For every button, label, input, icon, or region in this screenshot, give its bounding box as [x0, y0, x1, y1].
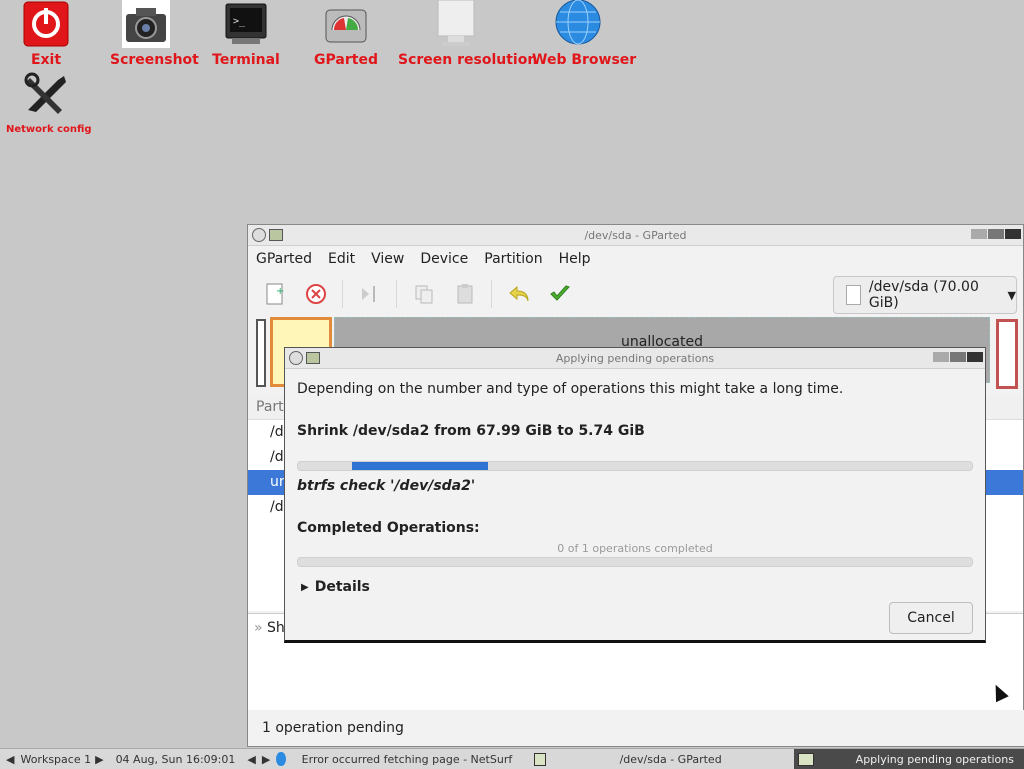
disk-icon [846, 285, 861, 305]
toolbar: + /dev/sda (70.00 GiB) ▼ [248, 272, 1023, 316]
operation-arrow-icon: » [254, 620, 263, 636]
window-title: /dev/sda - GParted [584, 228, 687, 242]
desktop-icon-terminal[interactable]: >_ Terminal [212, 0, 280, 68]
monitor-icon [432, 0, 480, 48]
app-icon [269, 229, 283, 241]
toolbar-separator [396, 280, 397, 308]
apply-button[interactable] [546, 280, 574, 308]
desktop-icon-gparted[interactable]: GParted [312, 0, 380, 68]
svg-text:>_: >_ [233, 16, 246, 27]
menu-partition[interactable]: Partition [476, 251, 550, 267]
resize-move-button[interactable] [356, 280, 384, 308]
app-icon [534, 752, 546, 766]
menu-gparted[interactable]: GParted [248, 251, 320, 267]
details-label: Details [314, 579, 370, 595]
menu-help[interactable]: Help [551, 251, 599, 267]
terminal-icon: >_ [222, 0, 270, 48]
globe-icon [554, 0, 602, 48]
partition-block-sda2[interactable] [996, 319, 1018, 389]
undo-button[interactable] [505, 280, 533, 308]
dialog-title: Applying pending operations [555, 351, 715, 365]
cancel-button[interactable]: Cancel [889, 602, 973, 634]
app-icon [306, 352, 320, 364]
dialog-message: Depending on the number and type of oper… [297, 381, 844, 397]
device-select[interactable]: /dev/sda (70.00 GiB) ▼ [833, 276, 1017, 314]
maximize-button[interactable] [988, 229, 1004, 239]
close-button[interactable] [967, 352, 983, 362]
workspace-prev-arrow[interactable]: ◀ [6, 753, 14, 766]
svg-text:+: + [276, 286, 284, 297]
taskbar-item-apply-operations[interactable]: Applying pending operations [793, 749, 1024, 769]
maximize-button[interactable] [950, 352, 966, 362]
minimize-button[interactable] [971, 229, 987, 239]
taskbar-item-netsurf[interactable]: Error occurred fetching page - NetSurf [302, 753, 513, 766]
checkmark-icon [550, 285, 570, 301]
apply-operations-dialog: Applying pending operations Depending on… [284, 347, 986, 643]
delete-icon [306, 284, 326, 304]
desktop-icon-label: Terminal [212, 52, 280, 68]
tools-icon [22, 72, 70, 120]
delete-button[interactable] [302, 280, 330, 308]
chevron-down-icon: ▼ [1007, 288, 1016, 302]
window-menu-icon[interactable] [252, 228, 266, 242]
new-icon: + [266, 283, 284, 305]
desktop-icon-label: Screen resolution [398, 52, 538, 68]
menu-device[interactable]: Device [412, 251, 476, 267]
device-label: /dev/sda (70.00 GiB) [868, 279, 979, 311]
pending-operation-label: Sh [267, 620, 285, 636]
taskbar-item-gparted[interactable]: /dev/sda - GParted [620, 753, 722, 766]
taskbar-prev-arrow[interactable]: ◀ [247, 753, 255, 766]
completed-count: 0 of 1 operations completed [557, 542, 713, 555]
new-partition-button[interactable]: + [261, 280, 289, 308]
desktop-icon-network-config[interactable]: Network config [6, 72, 92, 135]
desktop-icon-web-browser[interactable]: Web Browser [532, 0, 637, 68]
desktop-icon-screenshot[interactable]: Screenshot [110, 0, 199, 68]
desktop-icon-screen-resolution[interactable]: Screen resolution [398, 0, 538, 68]
globe-icon [276, 752, 286, 766]
current-operation: Shrink /dev/sda2 from 67.99 GiB to 5.74 … [297, 423, 645, 439]
progress-fill [352, 462, 488, 470]
minimize-button[interactable] [933, 352, 949, 362]
menu-edit[interactable]: Edit [320, 251, 363, 267]
desktop-icon-exit[interactable]: Exit [18, 0, 74, 68]
partition-block-boot[interactable] [256, 319, 266, 387]
status-bar: 1 operation pending [248, 710, 1024, 746]
workspace-next-arrow[interactable]: ▶ [95, 753, 103, 766]
resize-icon [362, 286, 375, 302]
details-expander[interactable]: ▶ Details [297, 579, 973, 595]
completed-operations-label: Completed Operations: [297, 520, 480, 536]
workspace-label[interactable]: Workspace 1 [20, 753, 91, 766]
gparted-titlebar[interactable]: /dev/sda - GParted [248, 225, 1023, 246]
dialog-titlebar[interactable]: Applying pending operations [285, 348, 985, 369]
close-button[interactable] [1005, 229, 1021, 239]
desktop-icon-label: GParted [314, 52, 378, 68]
taskbar-next-arrow[interactable]: ▶ [262, 753, 270, 766]
paste-button[interactable] [451, 280, 479, 308]
desktop-icon-label: Network config [6, 124, 92, 135]
menu-view[interactable]: View [363, 251, 412, 267]
taskbar-item-label: Applying pending operations [855, 752, 1014, 766]
operation-progress-bar [297, 461, 973, 471]
undo-icon [509, 285, 529, 302]
window-menu-icon[interactable] [289, 351, 303, 365]
power-icon [22, 0, 70, 48]
copy-icon [415, 285, 433, 304]
desktop-icon-label: Screenshot [110, 52, 199, 68]
overall-progress-bar [297, 557, 973, 567]
desktop-icon-label: Exit [30, 52, 62, 68]
gparted-icon [322, 0, 370, 48]
desktop-icon-label: Web Browser [532, 52, 637, 68]
taskbar: ◀ Workspace 1 ▶ 04 Aug, Sun 16:09:01 ◀ ▶… [0, 748, 1024, 769]
menubar: GParted Edit View Device Partition Help [248, 246, 1023, 272]
clock: 04 Aug, Sun 16:09:01 [115, 752, 236, 766]
sub-operation: btrfs check '/dev/sda2' [297, 478, 476, 494]
camera-icon [122, 0, 170, 48]
copy-button[interactable] [410, 280, 438, 308]
app-icon [797, 752, 814, 766]
expander-arrow-icon: ▶ [301, 581, 309, 593]
paste-icon [457, 284, 473, 304]
toolbar-separator [342, 280, 343, 308]
toolbar-separator [491, 280, 492, 308]
